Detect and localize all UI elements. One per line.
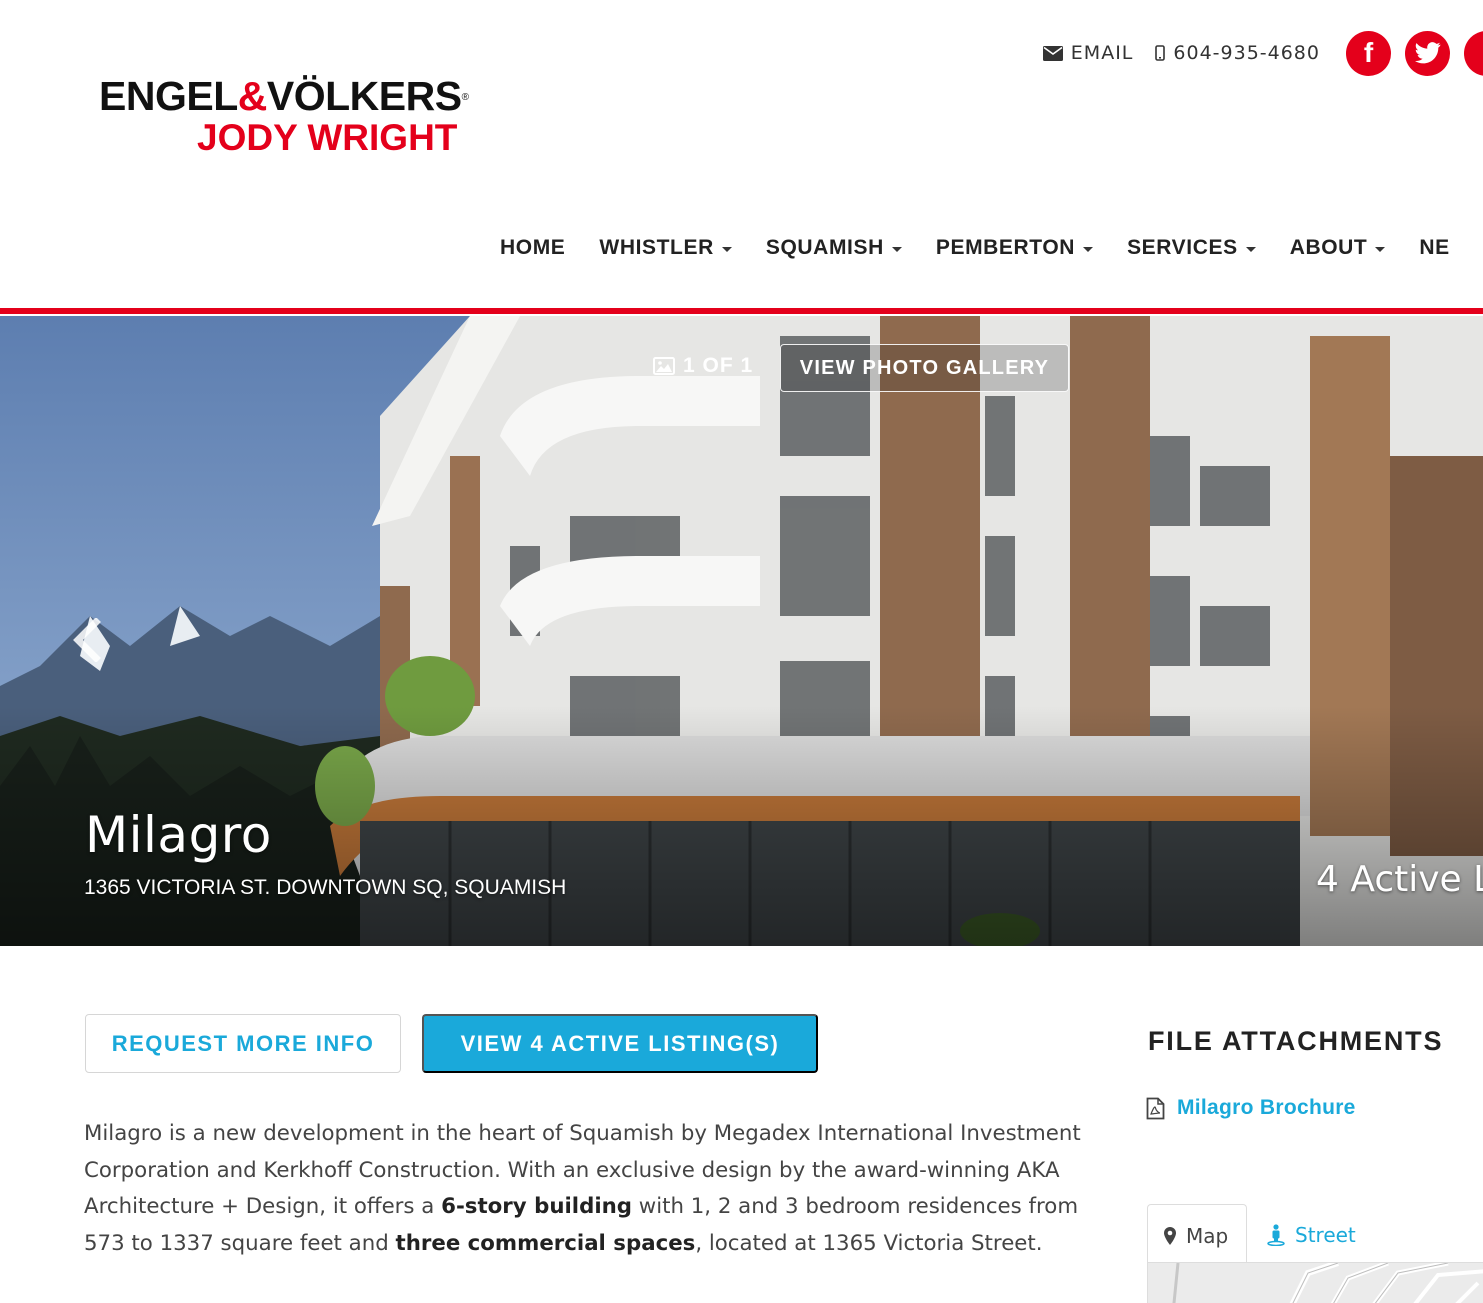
view-active-listings-button[interactable]: VIEW 4 ACTIVE LISTING(S): [422, 1014, 818, 1073]
description-text-3: , located at 1365 Victoria Street.: [695, 1230, 1043, 1256]
hero-photo-slider[interactable]: 1 OF 1 VIEW PHOTO GALLERY Milagro 1365 V…: [0, 316, 1483, 946]
phone-link[interactable]: 604-935-4680: [1155, 42, 1320, 64]
nav-squamish[interactable]: SQUAMISH: [766, 236, 902, 260]
map-preview[interactable]: [1147, 1262, 1483, 1303]
development-address: 1365 VICTORIA ST. DOWNTOWN SQ, SQUAMISH: [84, 876, 567, 899]
email-link[interactable]: EMAIL: [1042, 42, 1134, 64]
nav-whistler-label: WHISTLER: [599, 236, 714, 259]
photo-count-text: 1 OF 1: [683, 354, 754, 377]
caret-down-icon: [721, 246, 732, 252]
description-highlight-commercial: three commercial spaces: [395, 1230, 696, 1256]
registered-mark: ®: [461, 92, 469, 103]
nav-whistler[interactable]: WHISTLER: [599, 236, 732, 260]
envelope-icon: [1042, 45, 1063, 61]
facebook-button[interactable]: f: [1346, 30, 1391, 76]
nav-about-label: ABOUT: [1289, 236, 1368, 259]
tab-street-label: Street: [1295, 1223, 1356, 1247]
image-icon: [653, 357, 675, 375]
caret-down-icon: [891, 246, 902, 252]
social-button-partial[interactable]: [1464, 30, 1483, 76]
file-attachments-heading: FILE ATTACHMENTS: [1148, 1026, 1444, 1056]
nav-services[interactable]: SERVICES: [1127, 236, 1256, 260]
facebook-icon: f: [1363, 37, 1374, 68]
map-streets-image: [1148, 1263, 1483, 1303]
brand-agent-name: JODY WRIGHT: [197, 117, 458, 158]
pdf-file-icon: [1146, 1097, 1165, 1119]
caret-down-icon: [1083, 246, 1094, 252]
chevron-left-icon[interactable]: [70, 618, 104, 662]
caret-down-icon: [1245, 246, 1256, 252]
mobile-phone-icon: [1155, 45, 1166, 61]
top-contact-bar: EMAIL 604-935-4680 f: [1042, 30, 1483, 76]
nav-services-label: SERVICES: [1127, 236, 1238, 259]
header-divider: [0, 308, 1483, 314]
nav-about[interactable]: ABOUT: [1290, 236, 1386, 260]
twitter-icon: [1414, 42, 1441, 64]
tab-map[interactable]: Map: [1147, 1204, 1247, 1266]
map-view-tabs: Map Street: [1147, 1204, 1370, 1266]
nav-squamish-label: SQUAMISH: [765, 236, 884, 259]
nav-pemberton-label: PEMBERTON: [935, 236, 1076, 259]
development-title: Milagro: [85, 806, 272, 864]
tab-street[interactable]: Street: [1247, 1204, 1370, 1266]
nav-truncated[interactable]: NE: [1419, 236, 1449, 260]
view-photo-gallery-button[interactable]: VIEW PHOTO GALLERY: [780, 344, 1069, 392]
brochure-label: Milagro Brochure: [1177, 1096, 1356, 1119]
description-highlight-floors: 6-story building: [441, 1194, 633, 1219]
brand-logo[interactable]: ENGEL&VÖLKERS® JODY WRIGHT: [99, 74, 499, 158]
request-more-info-button[interactable]: REQUEST MORE INFO: [85, 1014, 401, 1073]
main-navigation: HOME WHISTLER SQUAMISH PEMBERTON SERVICE…: [500, 236, 1483, 260]
brochure-link[interactable]: Milagro Brochure: [1146, 1096, 1356, 1120]
development-description: Milagro is a new development in the hear…: [84, 1116, 1094, 1262]
caret-down-icon: [1375, 246, 1386, 252]
photo-counter: 1 OF 1: [653, 354, 753, 378]
active-listings-caption: 4 Active L: [1316, 859, 1483, 900]
brand-ampersand: &: [237, 73, 268, 119]
tab-map-label: Map: [1186, 1223, 1229, 1248]
nav-truncated-label: NE: [1419, 236, 1450, 259]
email-label: EMAIL: [1070, 42, 1134, 64]
twitter-button[interactable]: [1405, 30, 1450, 76]
brand-wordmark: ENGEL&VÖLKERS®: [99, 74, 499, 118]
map-marker-icon: [1164, 1226, 1176, 1245]
brand-name-engel: ENGEL: [99, 73, 238, 119]
phone-number: 604-935-4680: [1173, 42, 1320, 64]
nav-home[interactable]: HOME: [500, 236, 565, 260]
nav-home-label: HOME: [500, 236, 566, 259]
nav-pemberton[interactable]: PEMBERTON: [935, 236, 1094, 260]
brand-name-volkers: VÖLKERS: [266, 73, 462, 119]
street-view-icon: [1267, 1224, 1285, 1246]
